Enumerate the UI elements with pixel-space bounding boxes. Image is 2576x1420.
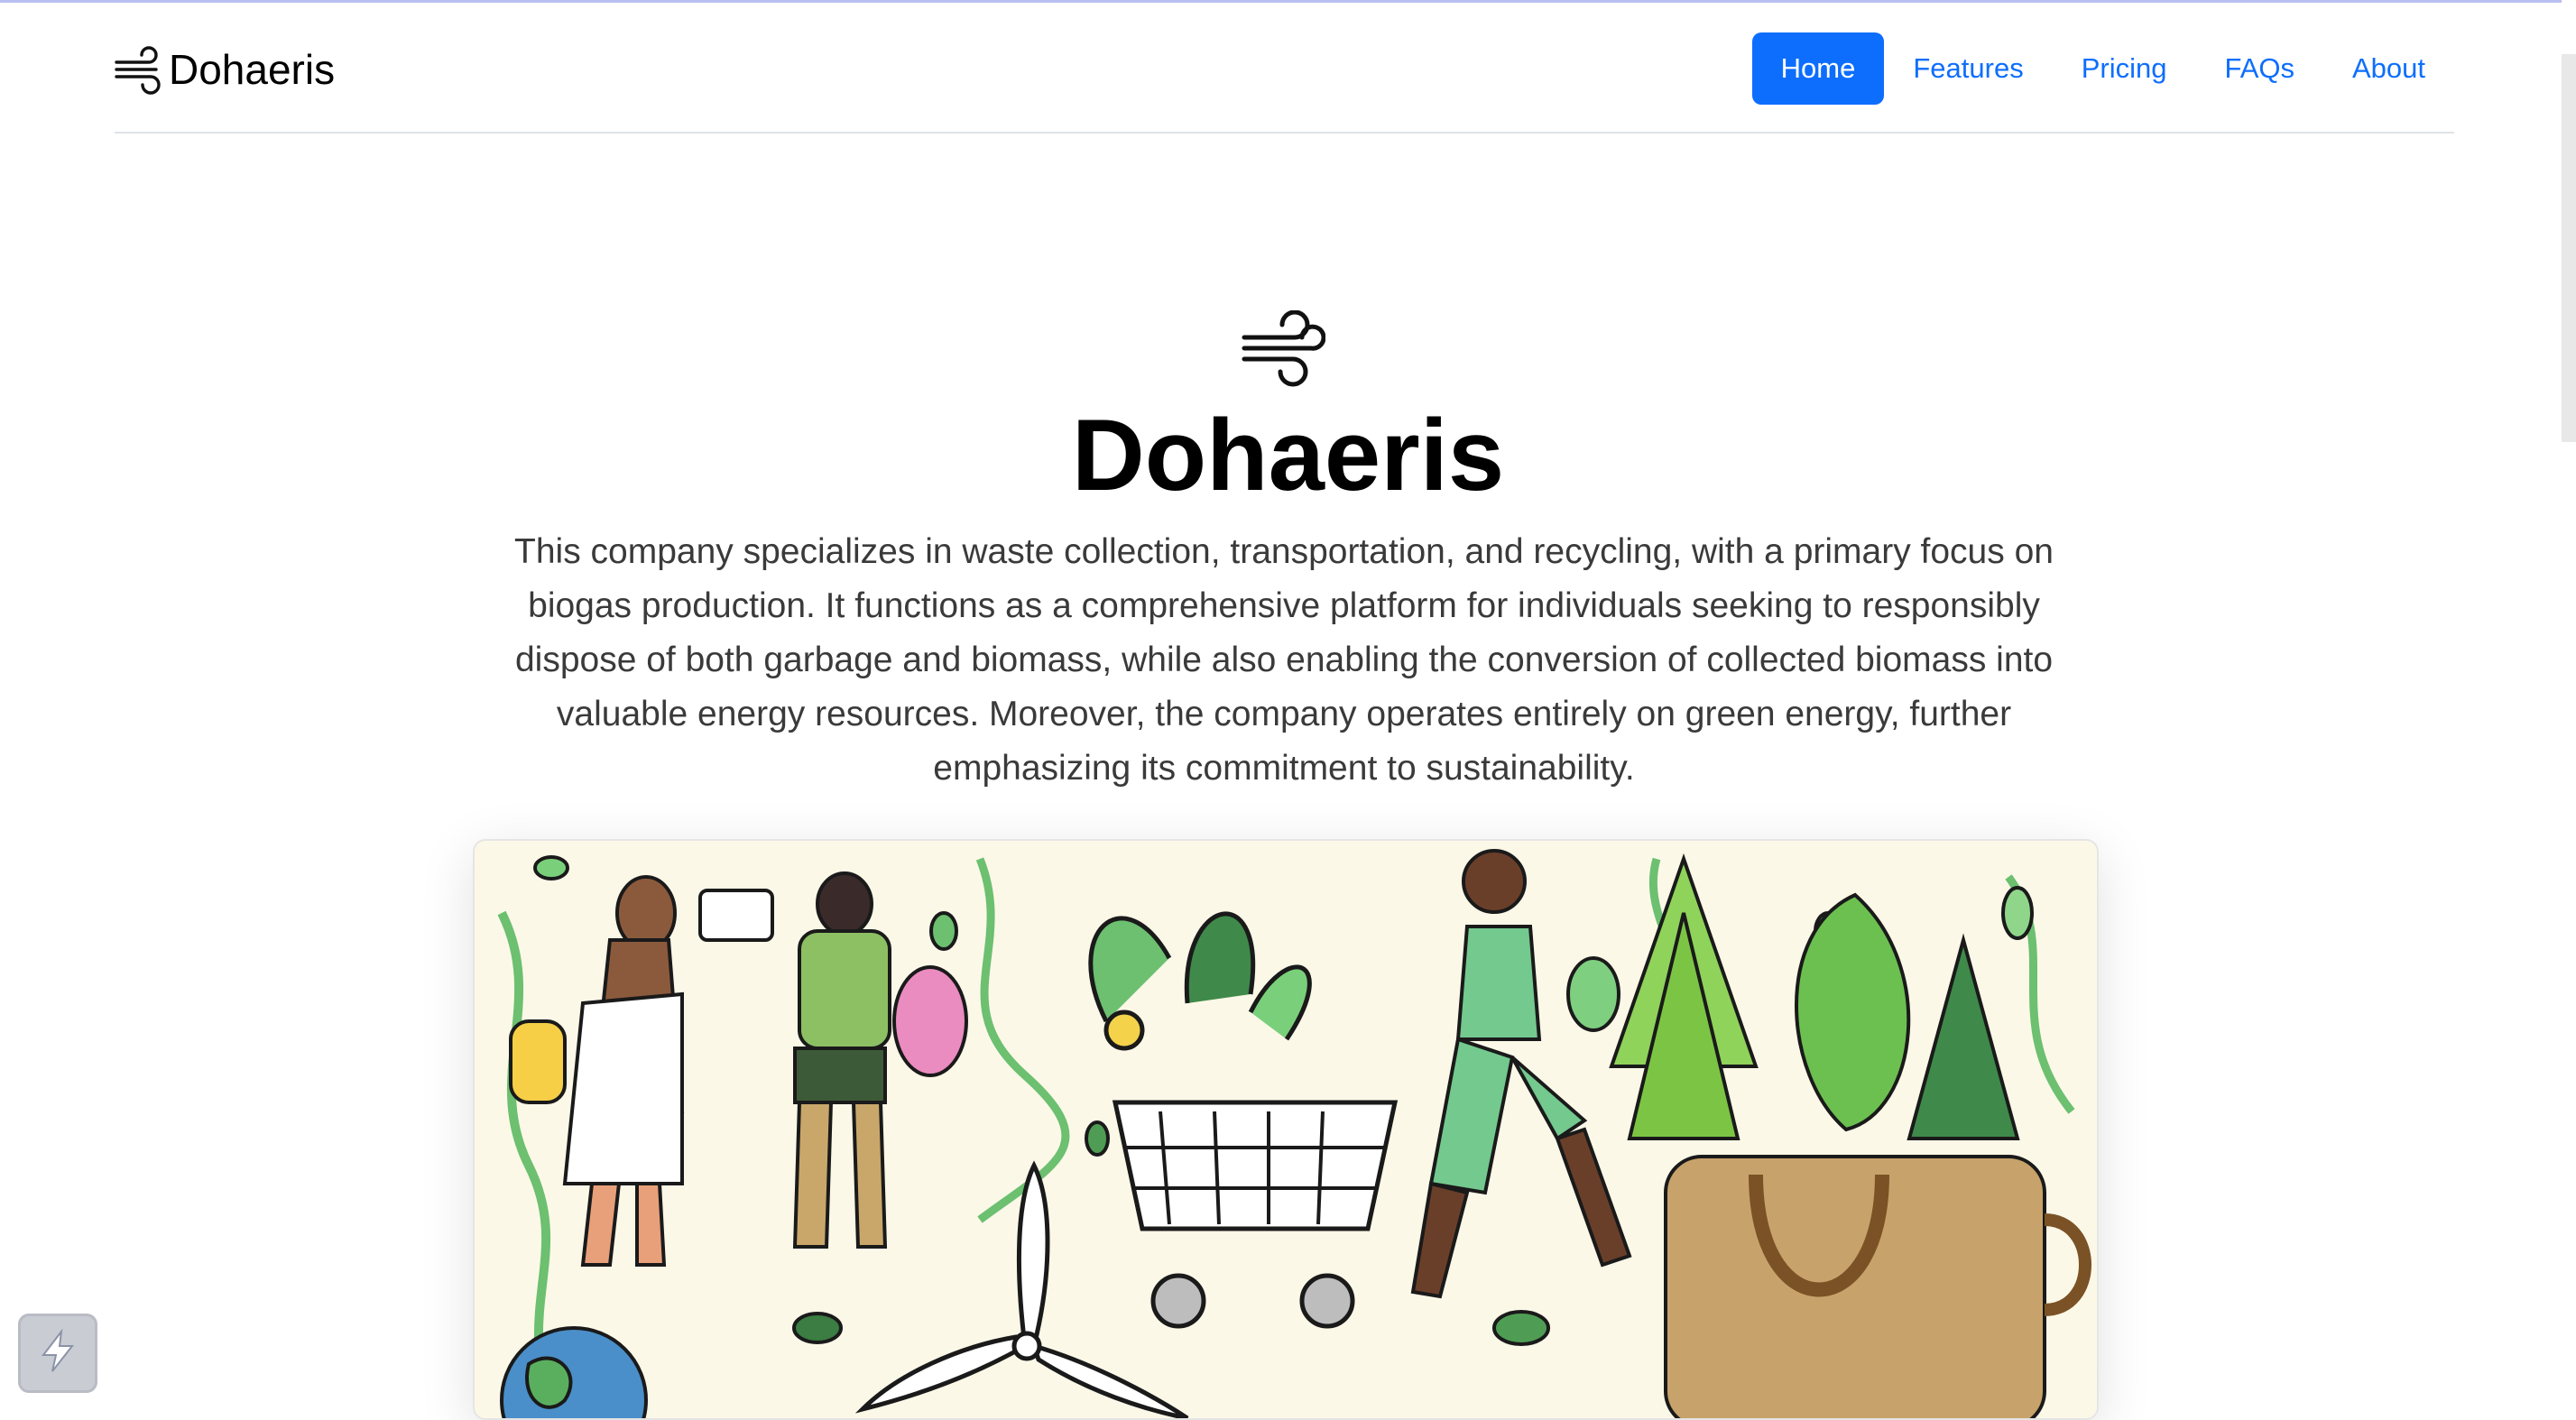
wind-icon: [1239, 309, 1326, 388]
scrollbar[interactable]: [2562, 0, 2576, 1397]
hero-illustration: [473, 839, 2099, 1420]
nav-faqs[interactable]: FAQs: [2195, 32, 2323, 105]
brand-name: Dohaeris: [169, 46, 336, 93]
floating-widget-button[interactable]: [18, 1314, 97, 1393]
hero-description: This company specializes in waste collec…: [514, 532, 2054, 788]
main-nav: Home Features Pricing FAQs About: [1751, 32, 2454, 105]
brand-link[interactable]: Dohaeris: [115, 41, 335, 97]
site-header: Dohaeris Home Features Pricing FAQs Abou…: [115, 0, 2454, 134]
nav-about[interactable]: About: [2323, 32, 2454, 105]
wind-icon: [115, 42, 169, 97]
hero-title: Dohaeris: [1071, 399, 1505, 512]
scrollbar-thumb[interactable]: [2562, 54, 2576, 442]
nav-home[interactable]: Home: [1751, 32, 1885, 105]
lightning-icon: [34, 1328, 81, 1379]
nav-features[interactable]: Features: [1884, 32, 2052, 105]
nav-pricing[interactable]: Pricing: [2053, 32, 2196, 105]
